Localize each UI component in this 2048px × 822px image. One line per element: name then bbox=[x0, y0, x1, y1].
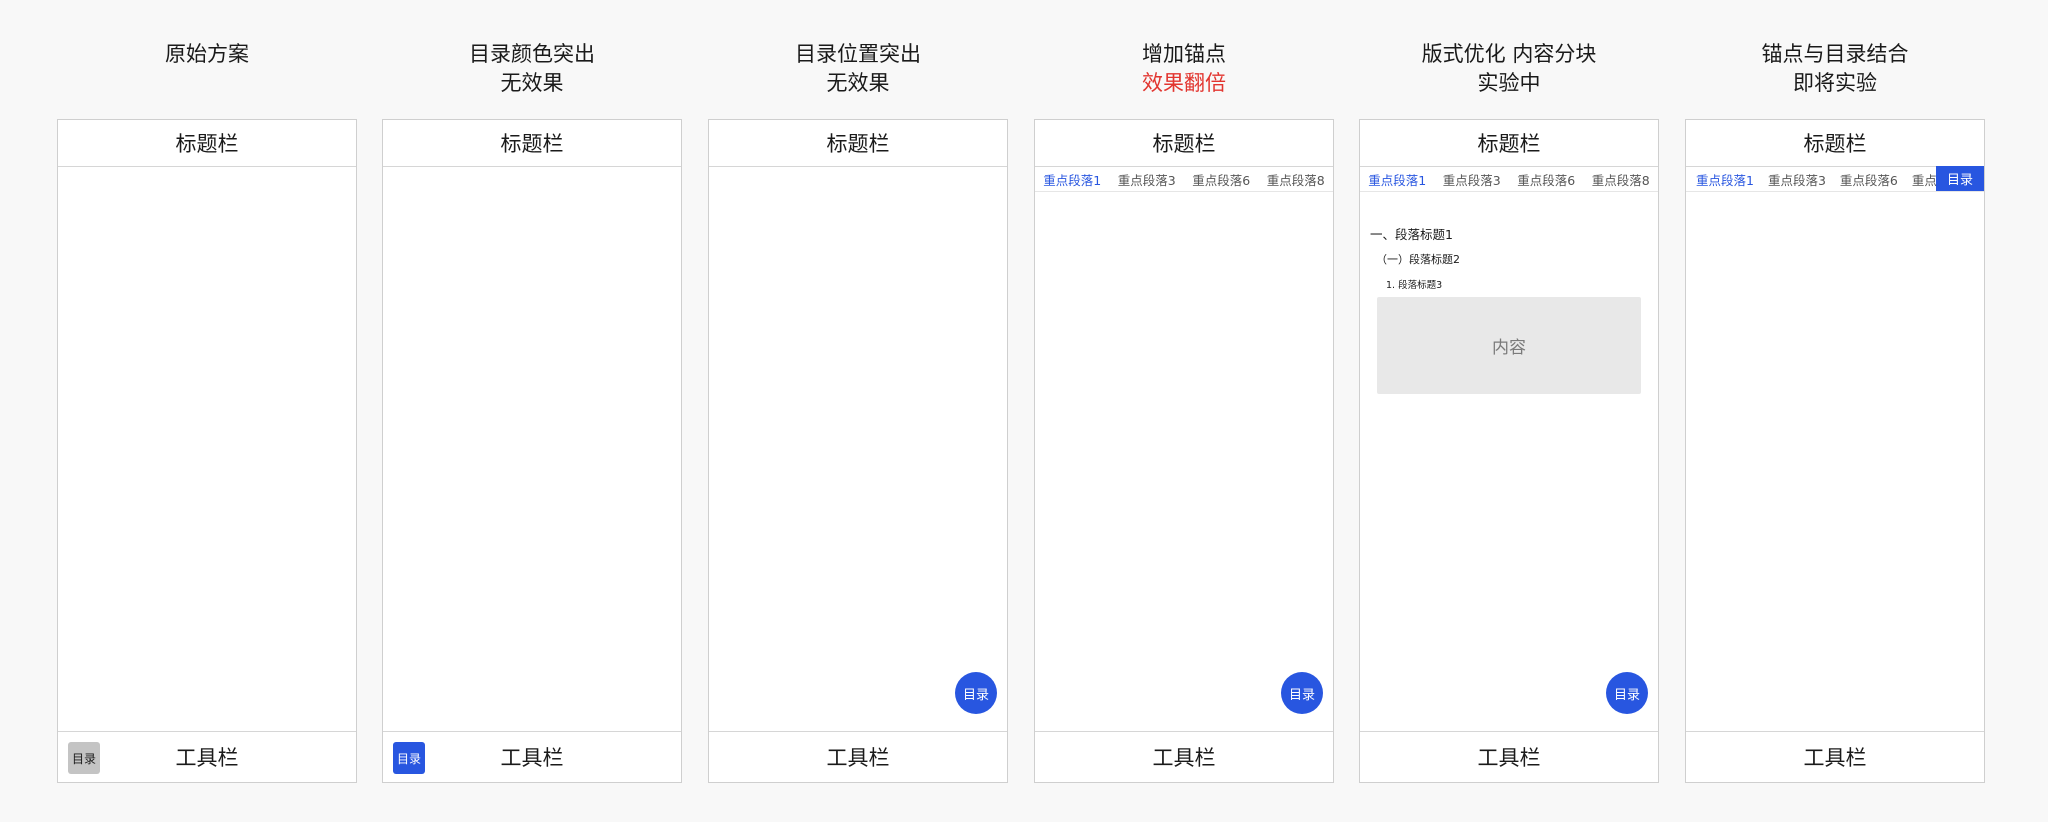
panel-caption: 原始方案 bbox=[165, 42, 249, 66]
tool-bar: 工具栏 bbox=[1686, 731, 1984, 782]
tool-bar-label: 工具栏 bbox=[826, 746, 890, 770]
anchor-bar: 重点段落1 重点段落3 重点段落6 重点段落8 bbox=[1035, 167, 1333, 192]
toc-tab-button[interactable]: 目录 bbox=[1936, 166, 1984, 191]
title-bar: 标题栏 bbox=[1035, 120, 1333, 167]
phone-mockup: 标题栏 重点段落1 重点段落3 重点段落6 重点段落8 一、段落标题1 （一）段… bbox=[1359, 119, 1659, 783]
anchor-tab[interactable]: 重点段落6 bbox=[1840, 170, 1898, 189]
phone-mockup: 标题栏 重点段落1 重点段落3 重点段落6 重点段落8 目录 工具栏 bbox=[1034, 119, 1334, 783]
toc-fab-button[interactable]: 目录 bbox=[1281, 672, 1323, 714]
anchor-tab[interactable]: 重点段落1 bbox=[1696, 170, 1754, 189]
toc-fab-button[interactable]: 目录 bbox=[1606, 672, 1648, 714]
tool-bar-label: 工具栏 bbox=[1477, 746, 1541, 770]
panel-anchors: 增加锚点 效果翻倍 标题栏 重点段落1 重点段落3 重点段落6 重点段落8 目录… bbox=[1034, 0, 1334, 822]
panel-caption: 增加锚点 效果翻倍 bbox=[1142, 42, 1226, 95]
panel-anchor-toc-combined: 锚点与目录结合 即将实验 标题栏 重点段落1 重点段落3 重点段落6 重点段落8… bbox=[1685, 0, 1985, 822]
heading-level-3: 1. 段落标题3 bbox=[1386, 280, 1443, 291]
anchor-tab[interactable]: 重点段落3 bbox=[1441, 170, 1503, 189]
tool-bar-label: 工具栏 bbox=[175, 746, 239, 770]
panel-original: 原始方案 标题栏 目录 工具栏 bbox=[57, 0, 357, 822]
toc-fab-button[interactable]: 目录 bbox=[955, 672, 997, 714]
anchor-bar: 重点段落1 重点段落3 重点段落6 重点段落8 bbox=[1360, 167, 1658, 192]
tool-bar: 工具栏 bbox=[709, 731, 1007, 782]
phone-mockup: 标题栏 重点段落1 重点段落3 重点段落6 重点段落8 目录 工具栏 bbox=[1685, 119, 1985, 783]
tool-bar: 目录 工具栏 bbox=[383, 731, 681, 782]
anchor-tab[interactable]: 重点段落6 bbox=[1515, 170, 1577, 189]
heading-level-1: 一、段落标题1 bbox=[1370, 227, 1453, 242]
anchor-tab[interactable]: 重点段落8 bbox=[1265, 170, 1327, 189]
title-bar: 标题栏 bbox=[1686, 120, 1984, 167]
anchor-tab[interactable]: 重点段落8 bbox=[1590, 170, 1652, 189]
tool-bar-label: 工具栏 bbox=[1152, 746, 1216, 770]
tool-bar-label: 工具栏 bbox=[1803, 746, 1867, 770]
content-block: 内容 bbox=[1377, 297, 1641, 394]
phone-mockup: 标题栏 目录 工具栏 bbox=[382, 119, 682, 783]
anchor-tab[interactable]: 重点段落6 bbox=[1190, 170, 1252, 189]
panel-caption: 目录颜色突出 无效果 bbox=[469, 42, 595, 95]
panel-toc-position: 目录位置突出 无效果 标题栏 目录 工具栏 bbox=[708, 0, 1008, 822]
heading-level-2: （一）段落标题2 bbox=[1376, 253, 1460, 266]
toc-button[interactable]: 目录 bbox=[68, 742, 100, 774]
panel-layout-blocks: 版式优化 内容分块 实验中 标题栏 重点段落1 重点段落3 重点段落6 重点段落… bbox=[1359, 0, 1659, 822]
anchor-tab[interactable]: 重点段落1 bbox=[1366, 170, 1428, 189]
toc-button[interactable]: 目录 bbox=[393, 742, 425, 774]
tool-bar: 工具栏 bbox=[1360, 731, 1658, 782]
anchor-tab[interactable]: 重点段落1 bbox=[1041, 170, 1103, 189]
panel-toc-color: 目录颜色突出 无效果 标题栏 目录 工具栏 bbox=[382, 0, 682, 822]
tool-bar: 工具栏 bbox=[1035, 731, 1333, 782]
tool-bar: 目录 工具栏 bbox=[58, 731, 356, 782]
title-bar: 标题栏 bbox=[383, 120, 681, 167]
title-bar: 标题栏 bbox=[58, 120, 356, 167]
panel-caption: 目录位置突出 无效果 bbox=[795, 42, 921, 95]
title-bar: 标题栏 bbox=[709, 120, 1007, 167]
anchor-tab[interactable]: 重点段落3 bbox=[1116, 170, 1178, 189]
panel-caption: 锚点与目录结合 即将实验 bbox=[1761, 42, 1909, 95]
title-bar: 标题栏 bbox=[1360, 120, 1658, 167]
phone-mockup: 标题栏 目录 工具栏 bbox=[708, 119, 1008, 783]
anchor-tab[interactable]: 重点段落3 bbox=[1768, 170, 1826, 189]
tool-bar-label: 工具栏 bbox=[500, 746, 564, 770]
panel-caption: 版式优化 内容分块 实验中 bbox=[1421, 42, 1597, 95]
phone-mockup: 标题栏 目录 工具栏 bbox=[57, 119, 357, 783]
